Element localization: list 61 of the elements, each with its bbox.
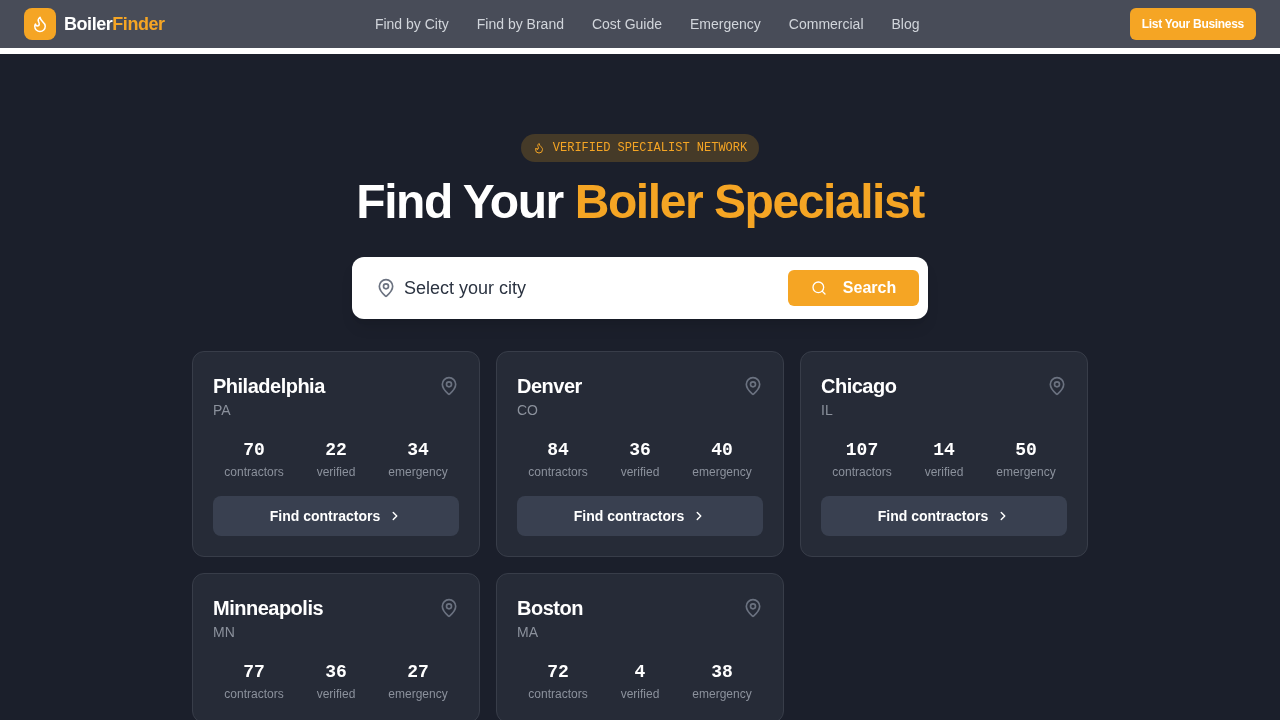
flame-icon bbox=[532, 142, 545, 154]
stat-label: emergency bbox=[692, 686, 752, 702]
nav-link[interactable]: Cost Guide bbox=[591, 13, 662, 35]
city-name: Philadelphia bbox=[213, 374, 325, 399]
stat-label: contractors bbox=[832, 464, 892, 480]
map-pin-icon bbox=[743, 598, 763, 618]
stat-value: 72 bbox=[547, 661, 569, 684]
stat-label: verified bbox=[924, 464, 964, 480]
stat-label: contractors bbox=[224, 686, 284, 702]
stat-label: verified bbox=[620, 464, 660, 480]
map-pin-icon bbox=[439, 376, 459, 396]
stat-value: 77 bbox=[243, 661, 265, 684]
stat-value: 40 bbox=[711, 439, 733, 462]
nav-link[interactable]: Find by City bbox=[374, 13, 449, 35]
state-code: MN bbox=[213, 623, 236, 642]
nav-link[interactable]: Commercial bbox=[788, 13, 864, 35]
find-contractors-button[interactable]: Find contractors bbox=[517, 496, 763, 536]
map-pin-icon bbox=[439, 598, 459, 618]
stat-label: verified bbox=[316, 686, 356, 702]
find-contractors-button[interactable]: Find contractors bbox=[213, 496, 459, 536]
find-contractors-button[interactable]: Find contractors bbox=[821, 496, 1067, 536]
city-name: Chicago bbox=[821, 374, 897, 399]
stat-value: 50 bbox=[1015, 439, 1037, 462]
city-name: Minneapolis bbox=[213, 596, 324, 621]
stat-value: 70 bbox=[243, 439, 265, 462]
stat-label: contractors bbox=[528, 686, 588, 702]
stat-value: 34 bbox=[407, 439, 429, 462]
stat-label: emergency bbox=[388, 464, 448, 480]
stat-label: emergency bbox=[996, 464, 1056, 480]
stat-label: verified bbox=[620, 686, 660, 702]
stat-value: 22 bbox=[325, 439, 347, 462]
badge-text: VERIFIED SPECIALIST NETWORK bbox=[552, 140, 748, 157]
search-icon bbox=[810, 280, 827, 296]
stat-label: contractors bbox=[224, 464, 284, 480]
nav-link[interactable]: Blog bbox=[891, 13, 920, 35]
city-name: Denver bbox=[517, 374, 582, 399]
stat-label: verified bbox=[316, 464, 356, 480]
state-code: MA bbox=[517, 623, 539, 642]
stat-value: 36 bbox=[629, 439, 651, 462]
map-pin-icon bbox=[743, 376, 763, 396]
stat-value: 27 bbox=[407, 661, 429, 684]
logo-text[interactable]: BoilerFinder bbox=[64, 10, 165, 38]
hero-heading: Find Your Boiler Specialist bbox=[356, 178, 924, 226]
stat-value: 84 bbox=[547, 439, 569, 462]
state-code: CO bbox=[517, 401, 539, 420]
map-pin-icon bbox=[1047, 376, 1067, 396]
city-name: Boston bbox=[517, 596, 583, 621]
stat-label: contractors bbox=[528, 464, 588, 480]
flame-icon bbox=[24, 8, 56, 40]
stat-label: emergency bbox=[388, 686, 448, 702]
stat-label: emergency bbox=[692, 464, 752, 480]
stat-value: 36 bbox=[325, 661, 347, 684]
stat-value: 4 bbox=[634, 661, 646, 684]
nav-link[interactable]: Find by Brand bbox=[476, 13, 564, 35]
stat-value: 107 bbox=[845, 439, 879, 462]
map-pin-icon bbox=[376, 278, 396, 298]
state-code: PA bbox=[213, 401, 232, 420]
stat-value: 38 bbox=[711, 661, 733, 684]
state-code: IL bbox=[821, 401, 834, 420]
stat-value: 14 bbox=[933, 439, 955, 462]
nav-link[interactable]: Emergency bbox=[690, 13, 761, 35]
